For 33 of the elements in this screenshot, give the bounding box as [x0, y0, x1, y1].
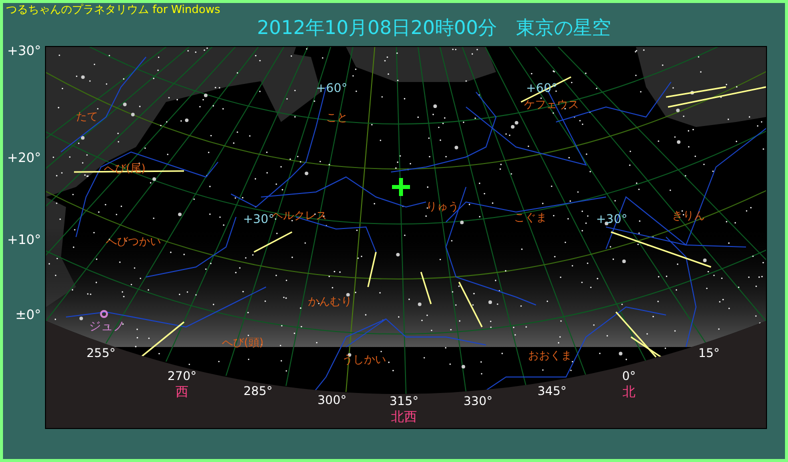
constellation-label: たて — [76, 110, 98, 123]
azimuth-label: 315° — [390, 394, 418, 408]
direction-label: 北 — [622, 385, 636, 400]
constellation-label: おおくま — [528, 349, 572, 362]
azimuth-label: 330° — [464, 394, 492, 408]
azimuth-label: 345° — [538, 384, 566, 398]
chart-heading: 2012年10月08日20時00分 東京の星空 — [256, 16, 612, 40]
direction-label: 西 — [176, 385, 188, 400]
azimuth-label: 15° — [698, 346, 720, 360]
altitude-label: +30° — [7, 44, 41, 59]
grid-label: +30° — [243, 212, 274, 226]
constellation-label: ケフェウス — [524, 98, 579, 111]
crosshair-icon — [390, 176, 412, 198]
azimuth-label: 255° — [86, 346, 116, 360]
app-title: つるちゃんのプラネタリウム for Windows — [5, 3, 220, 16]
altitude-label: +10° — [7, 233, 41, 248]
planet-label: ジュノ — [89, 319, 125, 333]
azimuth-label: 285° — [244, 384, 272, 398]
constellation-label: りゅう — [426, 200, 459, 213]
direction-label: 北西 — [391, 410, 417, 425]
altitude-label: +20° — [7, 151, 41, 166]
azimuth-label: 300° — [318, 393, 346, 407]
azimuth-label: 270° — [168, 369, 196, 383]
constellation-label: へび(頭) — [222, 336, 264, 349]
planet-icon — [100, 310, 108, 318]
constellation-label: こぐま — [514, 211, 547, 224]
azimuth-label: 0° — [622, 369, 636, 383]
constellation-label: うしかい — [342, 353, 386, 366]
altitude-label: ±0° — [15, 308, 41, 323]
constellation-label: こと — [326, 111, 348, 124]
constellation-label: へびつかい — [106, 235, 161, 248]
constellation-label: かんむり — [308, 295, 352, 308]
grid-label: +60° — [316, 81, 348, 95]
